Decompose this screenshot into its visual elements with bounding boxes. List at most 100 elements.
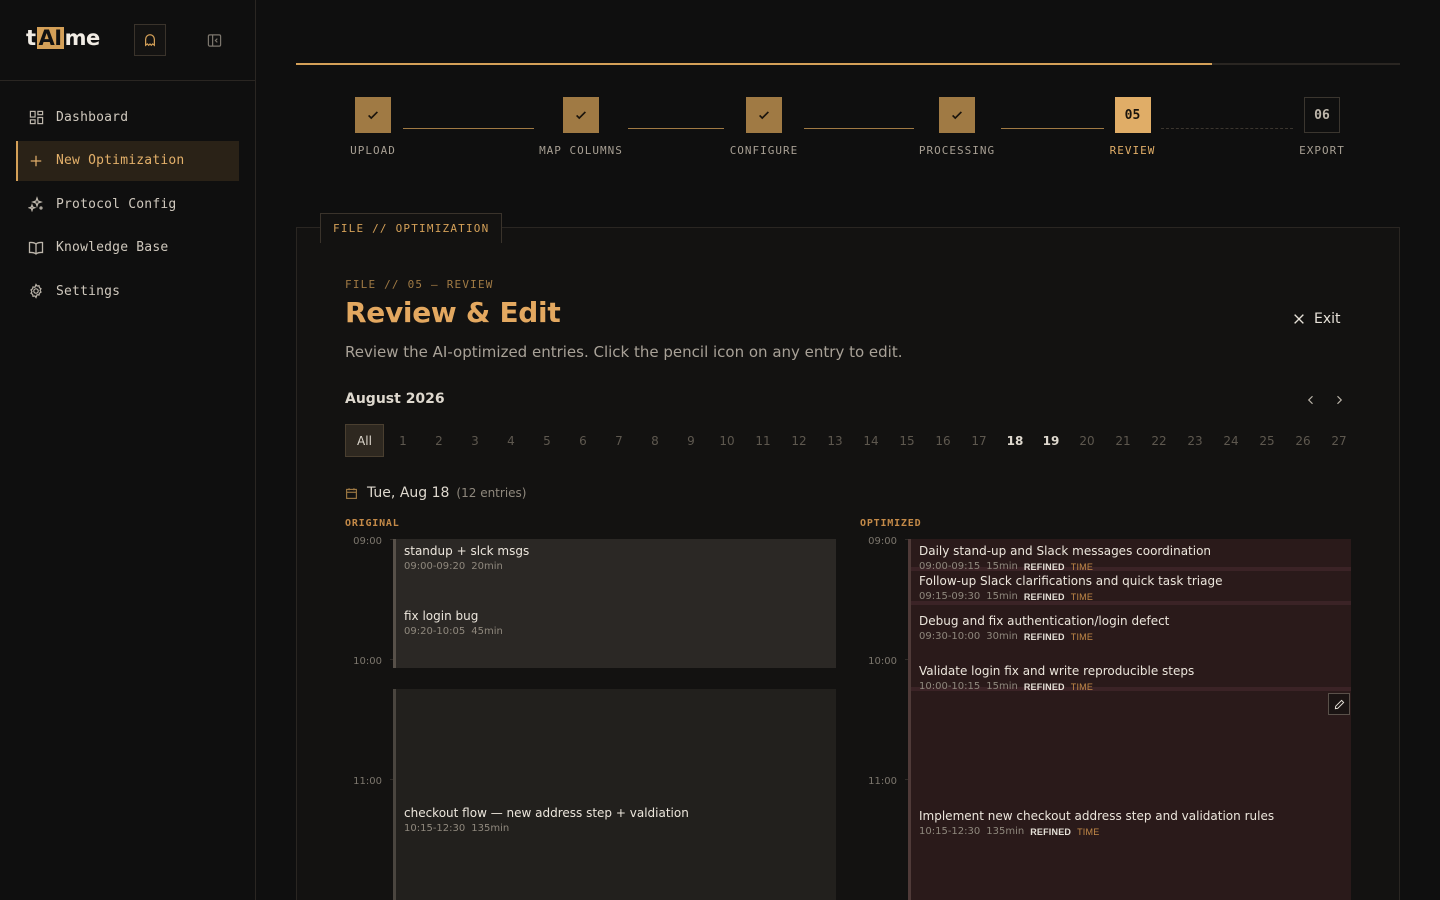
sidebar-item-settings[interactable]: Settings bbox=[16, 271, 239, 311]
step-upload[interactable]: UPLOAD bbox=[337, 97, 409, 157]
entry-title: standup + slck msgs bbox=[404, 544, 530, 558]
day-14[interactable]: 14 bbox=[853, 424, 889, 457]
day-2[interactable]: 2 bbox=[421, 424, 457, 457]
date-label: Tue, Aug 18 bbox=[367, 485, 450, 501]
day-13[interactable]: 13 bbox=[817, 424, 853, 457]
pencil-icon bbox=[1334, 699, 1344, 709]
notifications-button[interactable] bbox=[134, 24, 166, 56]
original-entry[interactable]: standup + slck msgs 09:00-09:20 20min bbox=[396, 544, 836, 572]
entry-title: Daily stand-up and Slack messages coordi… bbox=[919, 544, 1212, 558]
prev-month-button[interactable] bbox=[1303, 392, 1319, 408]
step-box: 06 bbox=[1304, 97, 1340, 133]
check-icon bbox=[368, 111, 378, 120]
time-badge: TIME bbox=[1070, 561, 1094, 572]
day-27[interactable]: 27 bbox=[1321, 424, 1357, 457]
step-configure[interactable]: CONFIGURE bbox=[724, 97, 804, 157]
entry-title: fix login bug bbox=[404, 609, 479, 623]
optimized-entry[interactable]: Debug and fix authentication/login defec… bbox=[911, 614, 1351, 642]
day-17[interactable]: 17 bbox=[961, 424, 997, 457]
entry-time: 10:15-12:30 bbox=[404, 823, 466, 834]
step-export[interactable]: 06 EXPORT bbox=[1294, 97, 1350, 157]
refined-badge: REFINED bbox=[1023, 681, 1065, 692]
day-4[interactable]: 4 bbox=[493, 424, 529, 457]
brand-logo[interactable]: t AI me bbox=[26, 26, 100, 50]
edit-entry-button[interactable] bbox=[1328, 693, 1350, 715]
entry-time: 09:00-09:15 bbox=[919, 561, 981, 572]
brand-pre: t bbox=[26, 26, 36, 50]
refined-badge: REFINED bbox=[1023, 631, 1065, 642]
entry-time: 09:00-09:20 bbox=[404, 561, 466, 572]
day-21[interactable]: 21 bbox=[1105, 424, 1141, 457]
entry-count: (12 entries) bbox=[456, 486, 527, 500]
sidebar-item-label: Protocol Config bbox=[56, 196, 177, 212]
day-1[interactable]: 1 bbox=[385, 424, 421, 457]
card-tab: FILE // OPTIMIZATION bbox=[320, 213, 503, 243]
page-subtitle: Review the AI-optimized entries. Click t… bbox=[345, 343, 903, 361]
entry-time: 09:15-09:30 bbox=[919, 591, 981, 602]
date-heading: Tue, Aug 18 (12 entries) bbox=[345, 485, 526, 501]
original-entry[interactable]: fix login bug 09:20-10:05 45min bbox=[396, 609, 836, 637]
optimized-entry[interactable]: Follow-up Slack clarifications and quick… bbox=[911, 574, 1351, 602]
refined-badge: REFINED bbox=[1023, 591, 1065, 602]
day-18[interactable]: 18 bbox=[997, 424, 1033, 457]
day-8[interactable]: 8 bbox=[637, 424, 673, 457]
entry-title: checkout flow — new address step + valdi… bbox=[404, 806, 689, 820]
sparkles-icon bbox=[27, 195, 45, 213]
sidebar-item-dashboard[interactable]: Dashboard bbox=[16, 97, 239, 137]
step-review[interactable]: 05 REVIEW bbox=[1104, 97, 1161, 157]
entry-duration: 15min bbox=[986, 591, 1018, 602]
step-label: UPLOAD bbox=[350, 144, 396, 157]
collapse-sidebar-button[interactable] bbox=[205, 31, 223, 49]
sidebar-item-label: Knowledge Base bbox=[56, 240, 169, 255]
exit-label: Exit bbox=[1314, 311, 1341, 327]
day-24[interactable]: 24 bbox=[1213, 424, 1249, 457]
optimized-entry[interactable]: Implement new checkout address step and … bbox=[911, 809, 1351, 837]
day-selector: All 1 2 3 4 5 6 7 8 9 10 11 12 13 14 15 16 17 18 19 20 21 22 2… bbox=[345, 424, 1357, 457]
time-badge: TIME bbox=[1070, 591, 1094, 602]
sidebar-item-knowledge-base[interactable]: Knowledge Base bbox=[16, 228, 239, 268]
optimized-entry[interactable]: Daily stand-up and Slack messages coordi… bbox=[911, 544, 1351, 572]
entry-time: 09:20-10:05 bbox=[404, 626, 466, 637]
day-filter-all[interactable]: All bbox=[345, 424, 384, 457]
day-15[interactable]: 15 bbox=[889, 424, 925, 457]
day-10[interactable]: 10 bbox=[709, 424, 745, 457]
original-entry[interactable]: checkout flow — new address step + valdi… bbox=[396, 806, 836, 834]
sidebar-item-protocol-config[interactable]: Protocol Config bbox=[16, 184, 239, 224]
day-16[interactable]: 16 bbox=[925, 424, 961, 457]
app-root: t AI me Dashboard New Optimization Protoco… bbox=[0, 0, 1440, 900]
day-6[interactable]: 6 bbox=[565, 424, 601, 457]
step-processing[interactable]: PROCESSING bbox=[914, 97, 1000, 157]
day-23[interactable]: 23 bbox=[1177, 424, 1213, 457]
original-timeline: 09:00 10:00 11:00 standup + slck msgs 09… bbox=[342, 536, 836, 900]
day-19[interactable]: 19 bbox=[1033, 424, 1069, 457]
time-badge: TIME bbox=[1070, 631, 1094, 642]
exit-button[interactable]: Exit bbox=[1292, 311, 1341, 327]
day-5[interactable]: 5 bbox=[529, 424, 565, 457]
entry-title: Implement new checkout address step and … bbox=[919, 809, 1275, 823]
entry-duration: 15min bbox=[986, 561, 1018, 572]
brand-ai: AI bbox=[36, 26, 64, 50]
next-month-button[interactable] bbox=[1331, 392, 1347, 408]
optimized-entry[interactable]: Validate login fix and write reproducibl… bbox=[911, 664, 1351, 692]
day-26[interactable]: 26 bbox=[1285, 424, 1321, 457]
day-3[interactable]: 3 bbox=[457, 424, 493, 457]
step-connector bbox=[1161, 128, 1293, 129]
day-12[interactable]: 12 bbox=[781, 424, 817, 457]
sidebar-item-new-optimization[interactable]: New Optimization bbox=[16, 140, 239, 181]
grid-icon bbox=[27, 108, 45, 126]
day-11[interactable]: 11 bbox=[745, 424, 781, 457]
time-badge: TIME bbox=[1077, 826, 1100, 837]
day-22[interactable]: 22 bbox=[1141, 424, 1177, 457]
step-map-columns[interactable]: MAP COLUMNS bbox=[531, 97, 631, 157]
sidebar-item-label: New Optimization bbox=[56, 153, 185, 168]
hour-label: 10:00 bbox=[868, 656, 897, 667]
entry-title: Follow-up Slack clarifications and quick… bbox=[919, 574, 1223, 588]
entry-duration: 15min bbox=[986, 681, 1018, 692]
day-9[interactable]: 9 bbox=[673, 424, 709, 457]
progress-fill bbox=[296, 63, 1213, 65]
step-label: EXPORT bbox=[1299, 144, 1345, 157]
day-25[interactable]: 25 bbox=[1249, 424, 1285, 457]
day-7[interactable]: 7 bbox=[601, 424, 637, 457]
day-20[interactable]: 20 bbox=[1069, 424, 1105, 457]
step-box: 05 bbox=[1114, 97, 1151, 133]
